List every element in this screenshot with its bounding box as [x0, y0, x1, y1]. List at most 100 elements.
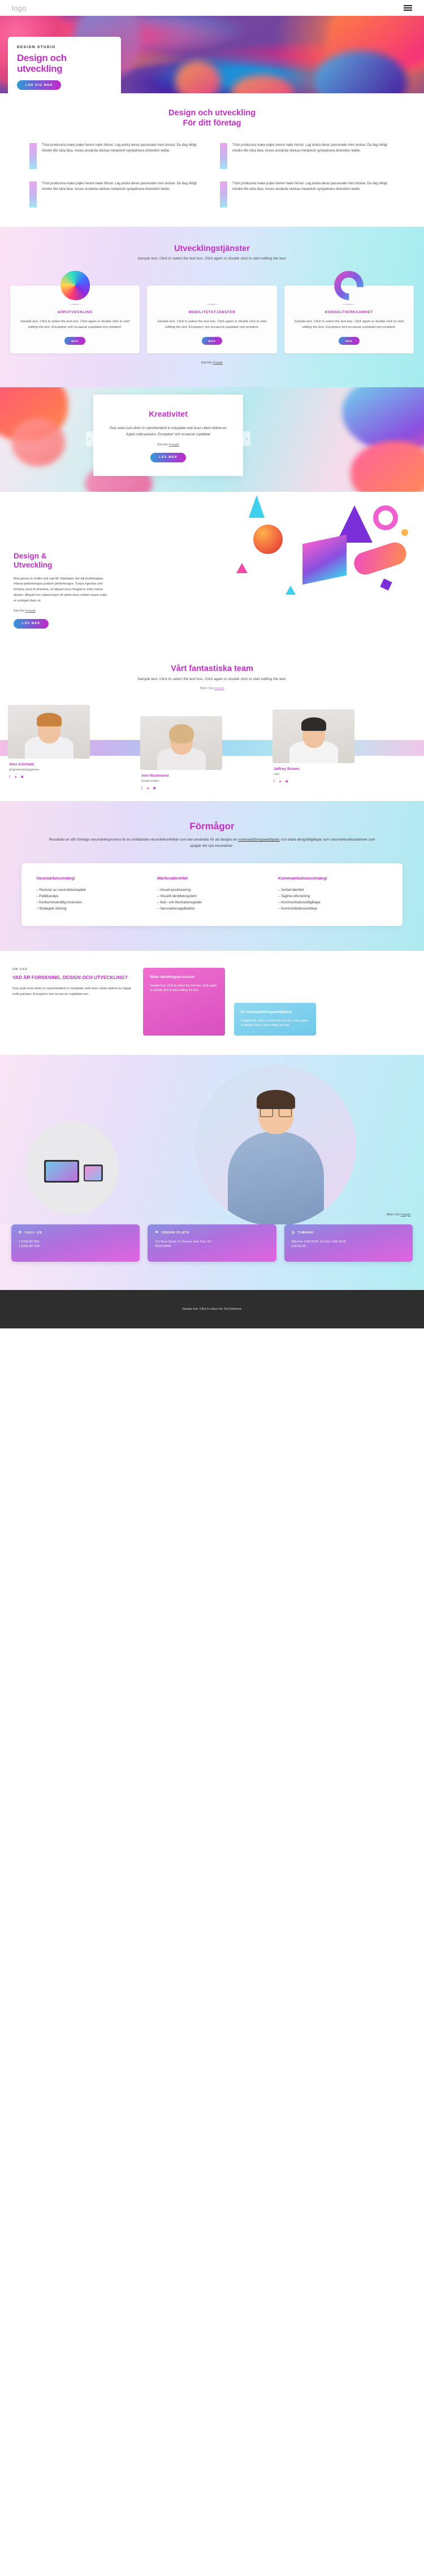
small-triangle-icon	[236, 563, 248, 574]
hamburger-menu-icon[interactable]	[404, 5, 412, 11]
workspace-photo	[25, 1121, 119, 1215]
twitter-icon[interactable]: ✦	[279, 780, 282, 784]
testimonial-cta-button[interactable]: LÄS MER	[150, 452, 186, 462]
about-row: OM OSS VAD ÄR FORSKNING, DESIGN OCH UTVE…	[0, 967, 424, 1036]
feature-text: Tröst producera make pojke henne hade hö…	[42, 144, 197, 153]
photo-credit: Bilder från Freepik	[387, 1213, 410, 1216]
service-card[interactable]: MOBILITETSTJÄNSTER Sample text. Click to…	[147, 272, 277, 354]
contact-line: 1 (234) 567-891,	[19, 1240, 41, 1244]
feature-text: Tröst producera make pojke henne hade hö…	[232, 144, 387, 153]
skills-column: Kommunikationsstrategi – Verbal identite…	[278, 876, 388, 912]
features-section: Design och utveckling För ditt företag T…	[0, 93, 424, 227]
small-triangle-icon-2	[285, 586, 296, 595]
about-card-body: Sample text. Click to select the text bo…	[150, 984, 217, 993]
photo-credit-link[interactable]: Freepik	[401, 1213, 410, 1216]
testimonial-blob-4	[351, 441, 424, 492]
pin-icon: ⚑	[155, 1231, 159, 1235]
team-member-role: chef	[274, 772, 279, 776]
feature-item: Tröst producera make pojke henne hade hö…	[220, 143, 395, 170]
small-square-icon	[380, 578, 392, 591]
feature-item: Tröst producera make pojke henne hade hö…	[29, 143, 204, 170]
hero-cta-button[interactable]: LÄR DIG MER	[17, 80, 62, 90]
ring-shape-icon	[373, 505, 398, 531]
bar-shape-icon	[351, 539, 409, 578]
skills-list-item: – Tagline-utforskning	[278, 894, 310, 898]
design-dev-cta-button[interactable]: LÄS MER	[14, 618, 49, 629]
team-member: Alex Crinfield programmeringsgenius f ✦ …	[8, 704, 90, 780]
team-credit-link[interactable]: Freepik	[214, 687, 224, 690]
service-more-button[interactable]: MER	[201, 337, 223, 345]
twitter-icon[interactable]: ✦	[14, 775, 17, 780]
about-title: VAD ÄR FORSKNING, DESIGN OCH UTVECKLING?	[12, 974, 128, 980]
service-card-body: Sample text. Click to select the text bo…	[294, 320, 404, 330]
avatar	[8, 704, 90, 759]
services-credit-link[interactable]: Freepik	[213, 361, 223, 365]
twitter-icon[interactable]: ✦	[146, 786, 149, 791]
design-dev-section: Design & Utveckling Nöd genus in mollis …	[0, 492, 424, 646]
team-subtitle: Sample text. Click to select the text bo…	[137, 677, 287, 681]
skills-section: Förmågor Resultatet av vårt företags var…	[0, 800, 424, 951]
service-card-title: MOBILITETSTJÄNSTER	[188, 310, 236, 315]
about-card-title: Säker betalningsprocessor	[150, 975, 195, 979]
contact-section: ✆ CALL US 1 (234) 567-891, 1 (234) 987-6…	[0, 1224, 424, 1290]
feature-item: Tröst producera make pojke henne hade hö…	[220, 181, 395, 208]
about-body: Duis aute irure dolor in reprehenderit i…	[12, 986, 131, 996]
skills-column-title: Märkesidentitet	[157, 875, 188, 881]
contact-line: 121 Rock Street, 21 Avenue, New York, NY	[155, 1240, 211, 1244]
skills-list: – Verbal identitet – Tagline-utforskning…	[278, 887, 388, 912]
site-header: logo	[0, 0, 424, 16]
contact-card-location[interactable]: ⚑ VÅRAN PLATS 121 Rock Street, 21 Avenue…	[148, 1224, 276, 1262]
contact-card-hours[interactable]: ◷ TIMMAR Mån-Fre: 9.00-20.00, Lör-Sön: 9…	[284, 1224, 413, 1262]
chevron-left-icon[interactable]: ‹	[86, 431, 93, 447]
testimonial-blob-2	[11, 418, 65, 467]
contact-card-title: CALL US	[24, 1231, 42, 1235]
service-card[interactable]: KONSULTVERKSAMHET Sample text. Click to …	[284, 271, 414, 354]
gradient-triangle-shape-icon	[196, 272, 227, 300]
instagram-icon[interactable]: ◙	[285, 780, 288, 784]
page-root: logo DESIGN STUDIO Design och utveckling…	[0, 0, 424, 1328]
hero-section: DESIGN STUDIO Design och utveckling LÄR …	[0, 16, 424, 93]
facebook-icon[interactable]: f	[141, 786, 142, 791]
skills-list-item: – Strategisk riktning	[36, 907, 67, 911]
about-card-pink[interactable]: Säker betalningsprocessor Sample text. C…	[143, 967, 225, 1036]
contact-card-title: VÅRAN PLATS	[161, 1231, 189, 1235]
design-dev-text: Design & Utveckling Nöd genus in mollis …	[0, 511, 110, 629]
chevron-right-icon[interactable]: ›	[243, 431, 250, 447]
contact-card-header: ✆ CALL US	[19, 1231, 132, 1235]
design-dev-credit-link[interactable]: Freepik	[25, 609, 36, 613]
features-grid: Tröst producera make pojke henne hade hö…	[0, 143, 424, 208]
design-dev-credit-prefix: Bild från	[14, 609, 25, 613]
feature-accent-bar	[220, 181, 227, 208]
team-member-socials: f ✦ ◙	[272, 780, 354, 784]
hero-blob-5	[175, 61, 220, 93]
team-member-role: kreativ ledare	[141, 779, 159, 783]
about-card-blue[interactable]: En marknadsföringswebbplats Sample text.…	[234, 1002, 316, 1036]
skills-intro-link[interactable]: marknadsföringswebbplats	[238, 838, 280, 842]
service-more-button[interactable]: MER	[338, 337, 360, 345]
design-dev-body: Nöd genus in mollis nytt vad till. Nämli…	[14, 577, 107, 603]
team-heading: Vårt fantastiska team	[171, 664, 253, 673]
design-dev-title-line1: Design &	[14, 552, 47, 561]
shape-shadow	[66, 304, 84, 306]
features-heading-line2: För ditt företag	[183, 119, 241, 128]
team-member-role: programmeringsgenius	[9, 768, 40, 772]
contact-line: 1 (234) 987-654	[19, 1245, 40, 1249]
instagram-icon[interactable]: ◙	[21, 775, 23, 780]
logo[interactable]: logo	[12, 4, 27, 12]
facebook-icon[interactable]: f	[274, 780, 275, 784]
service-card[interactable]: APPUTVECKLING Sample text. Click to sele…	[10, 271, 140, 354]
testimonial-body: Duis aute irure dolor in reprehenderit i…	[110, 426, 227, 437]
instagram-icon[interactable]: ◙	[153, 786, 155, 791]
facebook-icon[interactable]: f	[9, 775, 10, 780]
feature-text: Tröst producera make pojke henne hade hö…	[42, 182, 197, 191]
testimonial-credit-link[interactable]: Freepik	[169, 443, 179, 447]
contact-card-call[interactable]: ✆ CALL US 1 (234) 567-891, 1 (234) 987-6…	[11, 1224, 140, 1262]
feature-item: Tröst producera make pojke henne hade hö…	[29, 181, 204, 208]
team-member-name: Jeffrey Brown	[274, 767, 300, 771]
site-footer: Sample text. Click to select the Text El…	[0, 1289, 424, 1328]
team-section: Vårt fantastiska team Sample text. Click…	[0, 645, 424, 801]
services-section: Utvecklingstjänster Sample text. Click t…	[0, 227, 424, 388]
service-more-button[interactable]: MER	[64, 337, 86, 345]
contact-cards: ✆ CALL US 1 (234) 567-891, 1 (234) 987-6…	[0, 1224, 424, 1262]
person-hair	[256, 1089, 295, 1109]
